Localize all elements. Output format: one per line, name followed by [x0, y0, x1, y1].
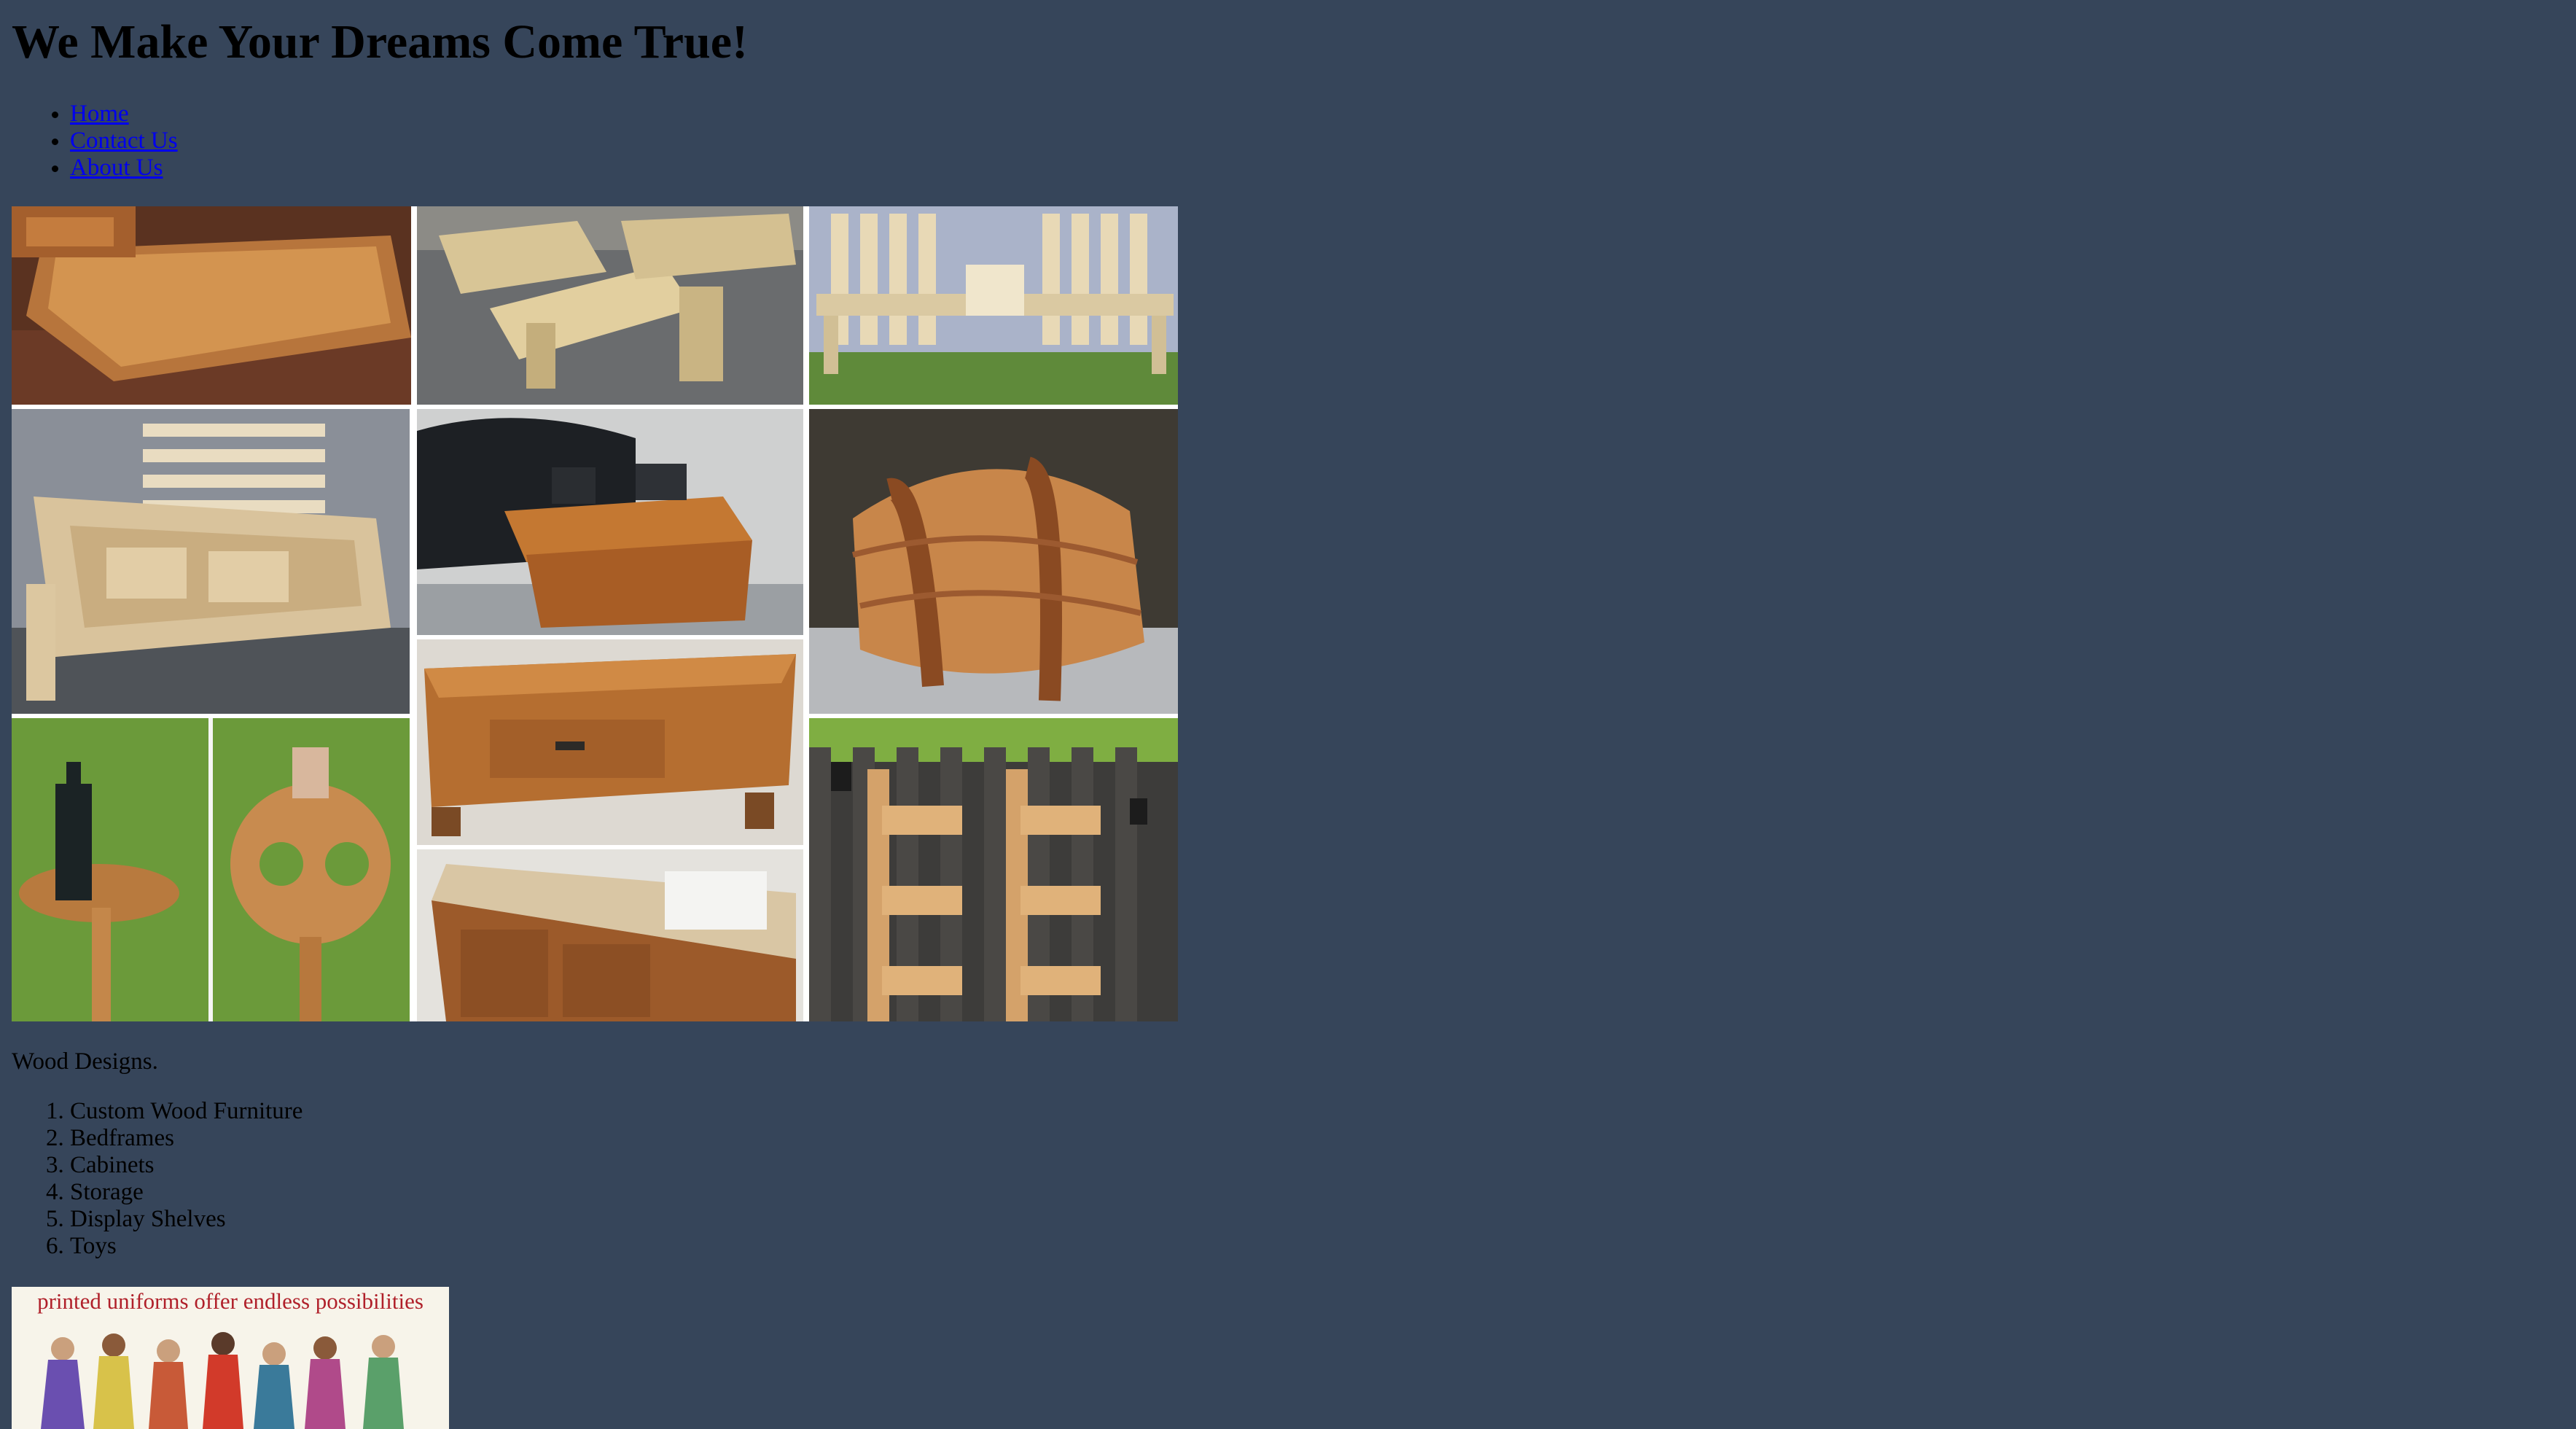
list-item: Cabinets [70, 1152, 303, 1179]
photo-platform-bed [12, 206, 411, 405]
wood-designs-collage-image [12, 206, 1178, 1021]
list-item: Toys [70, 1233, 303, 1260]
photo-lift-top-coffee-table [417, 409, 803, 635]
nav-item-about: About Us [70, 155, 178, 182]
photo-planter-shelves [809, 718, 1178, 1021]
nav-item-home: Home [70, 101, 178, 128]
list-item: Storage [70, 1179, 303, 1206]
photo-picnic-table [417, 206, 803, 405]
photo-double-bench [809, 206, 1178, 405]
list-item: Bedframes [70, 1125, 303, 1152]
photo-treasure-chest [809, 409, 1178, 714]
about-us-link[interactable]: About Us [70, 155, 163, 181]
photo-wine-table [12, 718, 410, 1021]
photo-storage-trunk [417, 639, 803, 845]
page-title: We Make Your Dreams Come True! [12, 15, 749, 69]
nav-item-contact: Contact Us [70, 128, 178, 155]
gallery-caption: Wood Designs. [12, 1048, 158, 1075]
home-link[interactable]: Home [70, 101, 129, 127]
designs-list: Custom Wood Furniture Bedframes Cabinets… [12, 1098, 303, 1260]
photo-storage-bedframe [12, 409, 410, 714]
contact-us-link[interactable]: Contact Us [70, 128, 178, 154]
photo-workbench [417, 849, 803, 1021]
uniforms-ad-image: printed uniforms offer endless possibili… [12, 1287, 449, 1429]
list-item: Custom Wood Furniture [70, 1098, 303, 1125]
nav-list: Home Contact Us About Us [12, 101, 178, 182]
list-item: Display Shelves [70, 1206, 303, 1233]
